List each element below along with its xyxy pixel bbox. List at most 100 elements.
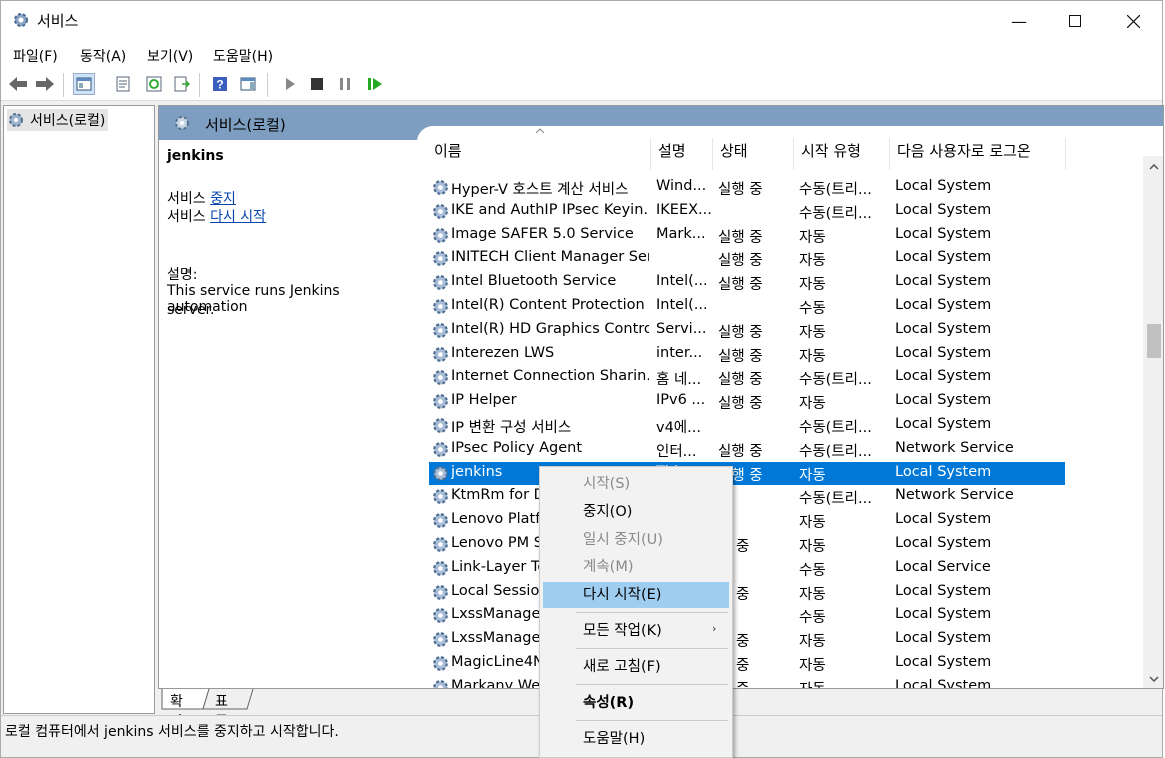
close-button[interactable]	[1104, 1, 1162, 41]
column-header-status[interactable]: 상태	[720, 140, 748, 170]
table-row[interactable]: IP Helper IPv6 ... 실행 중 자동 Local System	[429, 390, 1065, 414]
ctx-properties[interactable]: 속성(R)	[543, 690, 729, 716]
menu-file[interactable]: 파일(F)	[13, 46, 58, 66]
service-name-cell: IP 변환 구성 서비스	[451, 420, 572, 436]
title-bar: 서비스 —	[1, 1, 1162, 41]
service-gear-icon	[433, 513, 448, 529]
service-startup-cell: 수동(트리...	[799, 182, 872, 198]
stop-service-button[interactable]	[306, 73, 328, 95]
service-name-cell: Image SAFER 5.0 Service	[451, 225, 634, 242]
ctx-restart[interactable]: 다시 시작(E)	[543, 582, 729, 608]
service-startup-cell: 자동	[799, 539, 826, 555]
column-header-startup-type[interactable]: 시작 유형	[801, 140, 861, 170]
table-row[interactable]: Local Session 행 중 자동 Local System	[429, 581, 1065, 605]
refresh-tb-button[interactable]	[143, 73, 165, 95]
pause-icon	[340, 78, 350, 90]
forward-button[interactable]	[34, 73, 56, 95]
table-row[interactable]: Link-Layer To 수동 Local Service	[429, 557, 1065, 581]
description-label: 설명:	[167, 267, 198, 283]
ctx-refresh[interactable]: 새로 고침(F)	[543, 654, 729, 680]
table-row[interactable]: IKE and AuthIP IPsec Keyin... IKEEX... 수동(…	[429, 200, 1065, 224]
scroll-down-icon[interactable]	[1149, 676, 1159, 682]
minimize-icon: —	[1011, 11, 1027, 31]
ctx-start[interactable]: 시작(S)	[543, 471, 729, 497]
table-row[interactable]: MagicLine4N 행 중 자동 Local System	[429, 652, 1065, 676]
table-row[interactable]: Intel(R) Content Protection ... Intel(...…	[429, 295, 1065, 319]
table-row[interactable]: Internet Connection Sharin... 홈 네... 실행 중 수…	[429, 366, 1065, 390]
scroll-thumb[interactable]	[1147, 324, 1161, 358]
table-row[interactable]: IP 변환 구성 서비스 v4에... 수동(트리... Local System	[429, 414, 1065, 438]
description-pane: jenkins 서비스 중지 서비스 다시 시작 설명: This servic…	[159, 140, 417, 688]
service-desc-cell: IKEEX...	[656, 201, 711, 218]
properties-tb-button[interactable]	[112, 73, 134, 95]
help-tb-button[interactable]: ?	[209, 73, 231, 95]
start-service-button[interactable]	[279, 73, 301, 95]
service-startup-cell: 수동	[799, 301, 826, 317]
service-startup-cell: 자동	[799, 658, 826, 674]
service-status-cell: 실행 중	[718, 348, 763, 365]
service-name-cell: Interezen LWS	[451, 344, 555, 361]
column-header-description[interactable]: 설명	[658, 140, 686, 170]
toolbar: ?	[1, 69, 1162, 101]
ctx-help[interactable]: 도움말(H)	[543, 726, 729, 752]
properties-icon	[116, 76, 130, 92]
export-tb-button[interactable]	[171, 73, 193, 95]
table-row[interactable]: Lenovo Platf 자동 Local System	[429, 509, 1065, 533]
service-logon-cell: Local System	[895, 606, 992, 623]
service-logon-cell: Local System	[895, 582, 992, 599]
ctx-all-tasks[interactable]: 모든 작업(K)	[543, 618, 729, 644]
submenu-arrow-icon: ›	[712, 622, 717, 635]
maximize-button[interactable]	[1046, 1, 1104, 41]
table-row[interactable]: LxssManager 수동 Local System	[429, 604, 1065, 628]
service-gear-icon	[433, 370, 448, 386]
back-button[interactable]	[7, 73, 29, 95]
table-row[interactable]: Intel Bluetooth Service Intel(... 실행 중 자동 Lo…	[429, 271, 1065, 295]
table-row[interactable]: Lenovo PM S행 중 자동 Local System	[429, 533, 1065, 557]
service-startup-cell: 자동	[799, 515, 826, 532]
restart-service-link[interactable]: 다시 시작	[210, 209, 266, 225]
table-row[interactable]: KtmRm for D 수동(트리... Network Service	[429, 485, 1065, 509]
column-header-logon-as[interactable]: 다음 사용자로 로그온	[897, 140, 1031, 170]
table-row[interactable]: Interezen LWS inter... 실행 중 자동 Local System	[429, 343, 1065, 367]
ctx-stop[interactable]: 중지(O)	[543, 499, 729, 525]
table-row[interactable]: Image SAFER 5.0 Service Mark... 실행 중 자동 Loca…	[429, 224, 1065, 248]
svg-text:?: ?	[216, 78, 223, 92]
action-prefix: 서비스	[167, 209, 206, 225]
table-row[interactable]: Markany We행 중자동Local System	[429, 676, 1065, 688]
table-row[interactable]: INITECH Client Manager Ser... 실행 중 자동 Local…	[429, 247, 1065, 271]
minimize-button[interactable]: —	[990, 1, 1048, 41]
service-gear-icon	[433, 679, 448, 688]
service-logon-cell: Local System	[895, 201, 992, 218]
pause-service-button[interactable]	[334, 73, 356, 95]
ctx-pause[interactable]: 일시 중지(U)	[543, 527, 729, 553]
restart-service-button[interactable]	[364, 73, 386, 95]
menu-help[interactable]: 도움말(H)	[213, 46, 273, 66]
show-tree-button[interactable]	[73, 73, 95, 95]
table-row[interactable]: jenkinsThis ...실행 중자동Local System	[429, 461, 1065, 486]
service-name-cell: IPsec Policy Agent	[451, 439, 583, 456]
vertical-scrollbar[interactable]	[1143, 156, 1163, 688]
menu-view[interactable]: 보기(V)	[147, 46, 193, 66]
services-gear-icon	[14, 13, 28, 27]
column-header-name[interactable]: 이름	[434, 140, 462, 170]
back-arrow-icon	[9, 77, 27, 91]
table-row[interactable]: LxssManager 행 중 자동 Local System	[429, 628, 1065, 652]
stop-service-link[interactable]: 중지	[210, 191, 236, 207]
service-desc-cell: 홈 네...	[656, 372, 702, 389]
table-row[interactable]: Intel(R) HD Graphics Control... Servi... 실…	[429, 319, 1065, 343]
service-logon-cell: Local Service	[895, 558, 991, 575]
table-row[interactable]: Hyper-V 호스트 계산 서비스 Wind... 실행 중 수동(트리... Loc…	[429, 176, 1065, 200]
action-pane-button[interactable]	[237, 73, 259, 95]
menu-action[interactable]: 동작(A)	[80, 46, 126, 66]
service-name-cell: Intel(R) Content Protection ...	[451, 297, 649, 313]
action-pane-icon	[240, 77, 256, 91]
scroll-up-icon[interactable]	[1149, 164, 1159, 170]
service-startup-cell: 수동(트리...	[799, 205, 872, 222]
service-logon-cell: Network Service	[895, 487, 1014, 504]
service-desc-cell: Wind...	[656, 178, 707, 194]
tree-item-services-local[interactable]: 서비스(로컬)	[7, 109, 109, 131]
table-row[interactable]: IPsec Policy Agent 인터... 실행 중 수동(트리... Netwo…	[429, 438, 1065, 462]
ctx-resume[interactable]: 계속(M)	[543, 554, 729, 580]
service-desc-cell: inter...	[656, 344, 703, 361]
context-menu: 시작(S) 중지(O) 일시 중지(U) 계속(M) 다시 시작(E) 모든 작…	[539, 466, 733, 758]
